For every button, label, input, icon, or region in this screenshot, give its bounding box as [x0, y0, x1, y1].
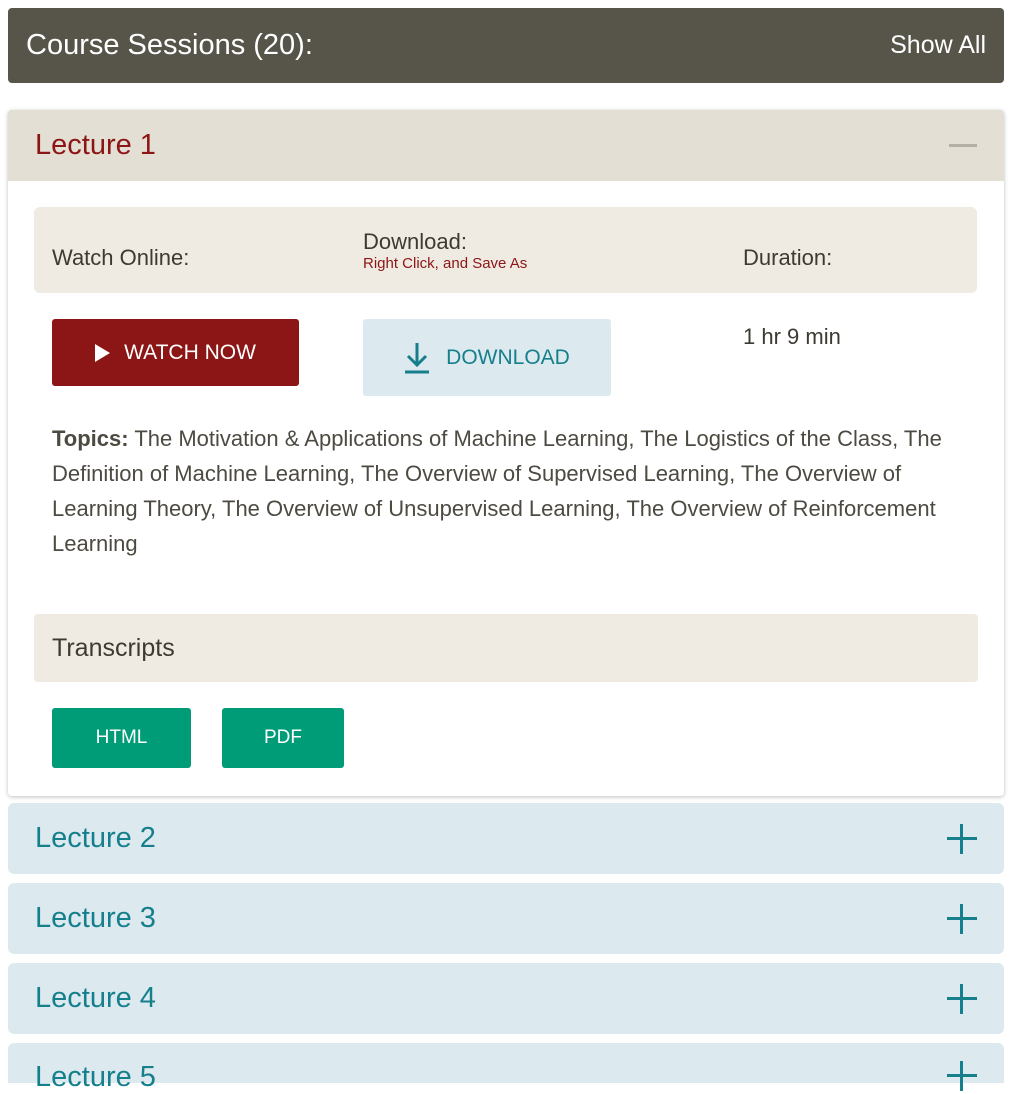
topics-label: Topics: — [52, 426, 129, 451]
duration-label: Duration: — [743, 245, 833, 270]
plus-icon[interactable] — [947, 983, 977, 1014]
download-label: Download: — [363, 229, 467, 254]
play-icon — [95, 343, 111, 362]
topics-text: The Motivation & Applications of Machine… — [52, 426, 942, 556]
lecture-title: Lecture 4 — [35, 982, 156, 1014]
lecture-2-header[interactable]: Lecture 2 — [8, 803, 1004, 874]
download-button-label: DOWNLOAD — [446, 345, 570, 369]
duration-value: 1 hr 9 min — [743, 324, 841, 349]
plus-icon[interactable] — [947, 823, 977, 854]
lecture-title: Lecture 2 — [35, 822, 156, 854]
lecture-panel-open: Lecture 1 Watch Online: Download: Right … — [8, 110, 1004, 796]
transcript-pdf-button[interactable]: PDF — [222, 708, 344, 768]
lecture-title: Lecture 3 — [35, 902, 156, 934]
watch-online-label: Watch Online: — [52, 245, 190, 270]
course-sessions-header: Course Sessions (20): Show All — [8, 8, 1004, 83]
lecture-1-header[interactable]: Lecture 1 — [8, 110, 1004, 181]
plus-icon[interactable] — [947, 1061, 977, 1091]
lecture-title: Lecture 5 — [35, 1061, 156, 1093]
minus-icon[interactable] — [949, 144, 977, 147]
plus-icon[interactable] — [947, 903, 977, 934]
download-arrow-icon — [405, 342, 430, 373]
download-button[interactable]: DOWNLOAD — [363, 319, 611, 396]
watch-now-button[interactable]: WATCH NOW — [52, 319, 299, 386]
topics-paragraph: Topics: The Motivation & Applications of… — [52, 421, 972, 561]
lecture-5-header[interactable]: Lecture 5 — [8, 1043, 1004, 1093]
lecture-3-header[interactable]: Lecture 3 — [8, 883, 1004, 954]
course-sessions-title: Course Sessions (20): — [26, 29, 313, 61]
media-info-bar: Watch Online: Download: Right Click, and… — [34, 207, 977, 293]
lecture-title: Lecture 1 — [35, 129, 156, 161]
lecture-4-header[interactable]: Lecture 4 — [8, 963, 1004, 1034]
show-all-toggle[interactable]: Show All — [882, 31, 986, 60]
watch-now-label: WATCH NOW — [124, 340, 256, 364]
download-hint: Right Click, and Save As — [363, 255, 528, 272]
transcript-html-button[interactable]: HTML — [52, 708, 191, 768]
transcripts-heading: Transcripts — [34, 614, 978, 682]
